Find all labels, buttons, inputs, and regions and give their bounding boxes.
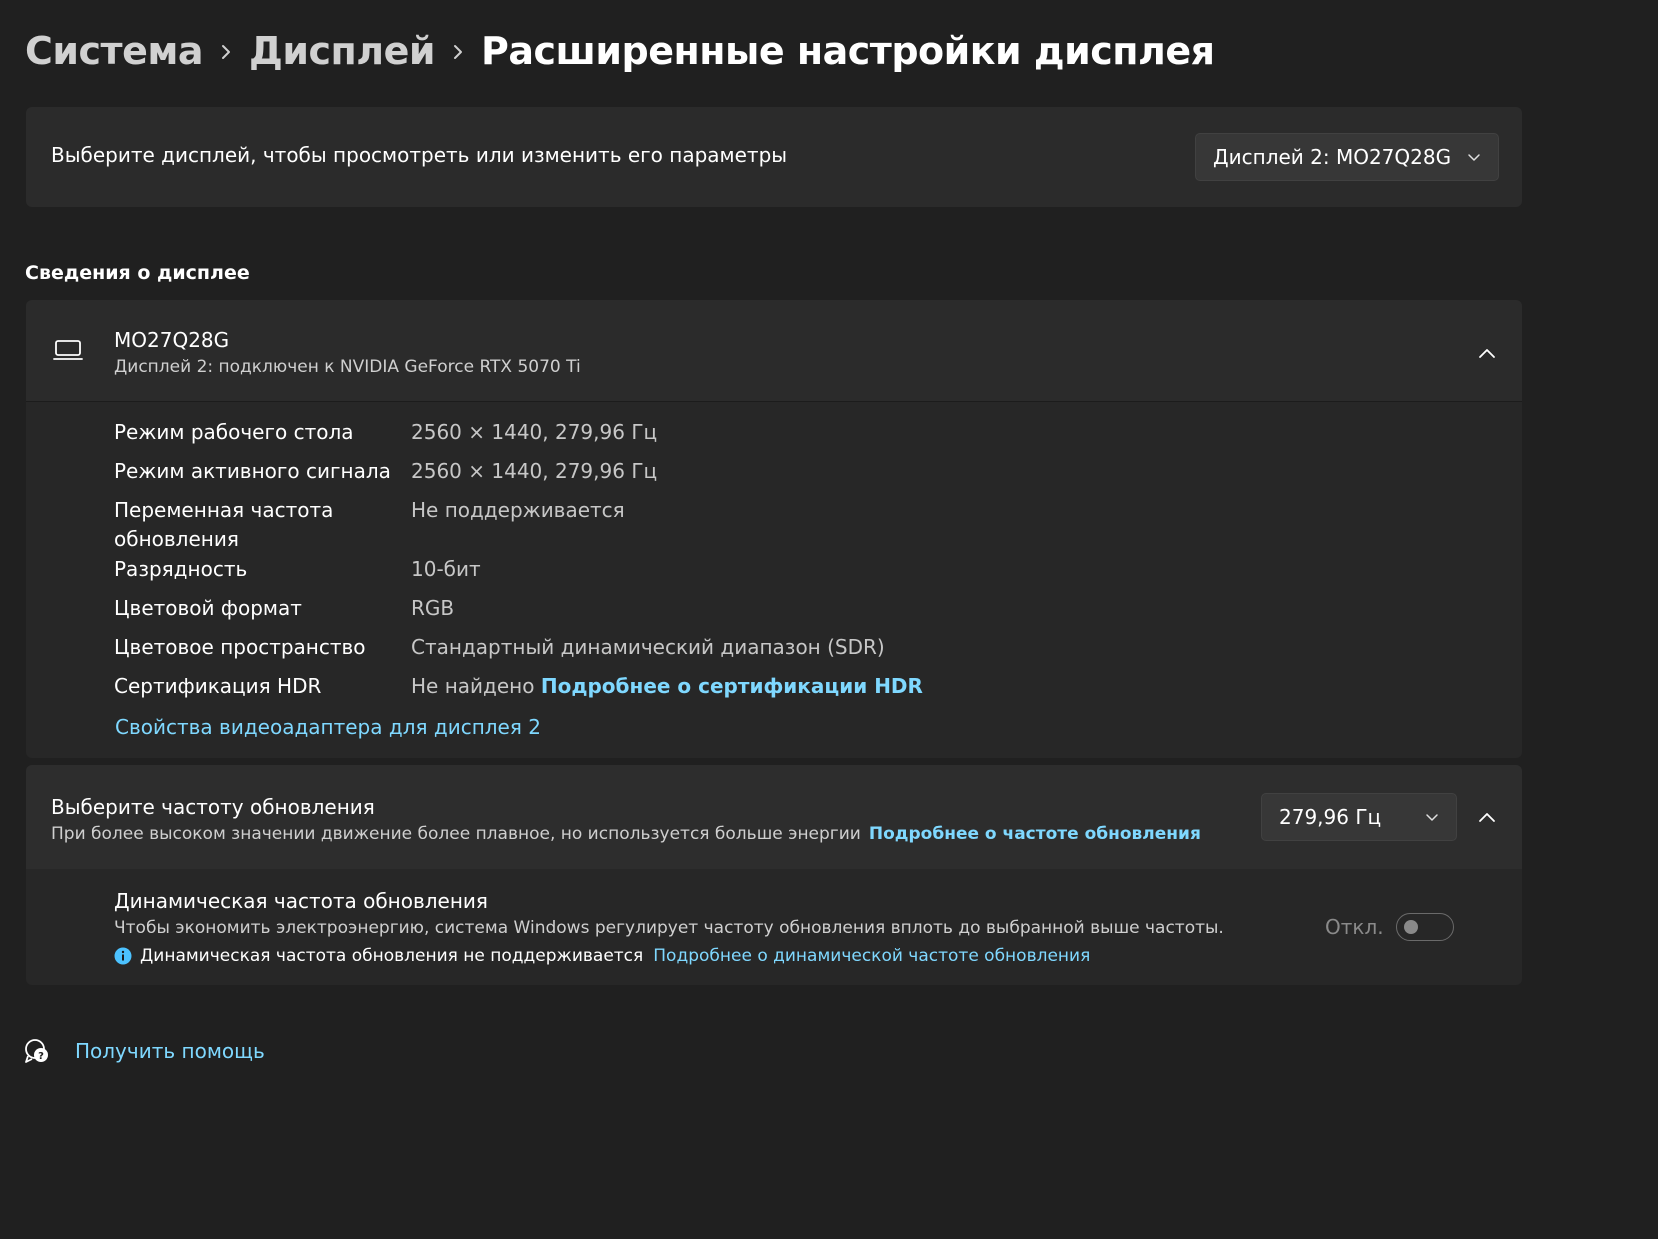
display-select-card: Выберите дисплей, чтобы просмотреть или …	[26, 107, 1522, 207]
display-info-card: MO27Q28G Дисплей 2: подключен к NVIDIA G…	[26, 300, 1522, 758]
spec-label: Режим активного сигнала	[114, 459, 391, 483]
spec-label: Режим рабочего стола	[114, 420, 354, 444]
adapter-properties-link[interactable]: Свойства видеоадаптера для дисплея 2	[115, 715, 541, 739]
dynamic-refresh-note: Динамическая частота обновления не подде…	[114, 946, 1090, 966]
refresh-rate-title: Выберите частоту обновления	[51, 795, 375, 819]
page-title: Расширенные настройки дисплея	[481, 29, 1215, 73]
svg-text:?: ?	[38, 1051, 44, 1062]
hdr-cert-value: Не найдено	[411, 674, 535, 698]
breadcrumb: Система Дисплей Расширенные настройки ди…	[25, 20, 1215, 82]
dynamic-refresh-title: Динамическая частота обновления	[114, 889, 488, 913]
display-select-label: Выберите дисплей, чтобы просмотреть или …	[51, 143, 788, 167]
section-title-display-info: Сведения о дисплее	[25, 262, 250, 284]
settings-page: Система Дисплей Расширенные настройки ди…	[0, 0, 1658, 1239]
refresh-rate-dropdown[interactable]: 279,96 Гц	[1261, 793, 1457, 841]
get-help-label: Получить помощь	[75, 1039, 265, 1063]
get-help-link[interactable]: ? Получить помощь	[22, 1035, 265, 1067]
info-icon	[114, 947, 132, 965]
dynamic-refresh-link[interactable]: Подробнее о динамической частоте обновле…	[653, 946, 1090, 966]
spec-label: Разрядность	[114, 557, 248, 581]
spec-value: 2560 × 1440, 279,96 Гц	[411, 420, 658, 444]
dynamic-refresh-note-text: Динамическая частота обновления не подде…	[140, 946, 644, 966]
chevron-down-icon	[1426, 814, 1438, 821]
spec-value: RGB	[411, 596, 455, 620]
spec-label-line1: Переменная частота	[114, 498, 334, 522]
display-name: MO27Q28G	[114, 328, 230, 352]
chevron-right-icon	[435, 36, 481, 66]
spec-value: 2560 × 1440, 279,96 Гц	[411, 459, 658, 483]
spec-value: Стандартный динамический диапазон (SDR)	[411, 635, 885, 659]
refresh-rate-link[interactable]: Подробнее о частоте обновления	[869, 824, 1201, 844]
refresh-rate-card: Выберите частоту обновления При более вы…	[26, 765, 1522, 985]
refresh-rate-description-text: При более высоком значении движение боле…	[51, 824, 861, 844]
chevron-up-icon[interactable]	[1472, 802, 1502, 832]
chevron-right-icon	[203, 36, 249, 66]
spec-value: Не поддерживается	[411, 498, 625, 522]
hdr-cert-link[interactable]: Подробнее о сертификации HDR	[541, 674, 923, 698]
help-chat-icon: ?	[25, 1039, 48, 1063]
spec-label: Цветовой формат	[114, 596, 302, 620]
refresh-rate-description: При более высоком значении движение боле…	[51, 824, 1201, 844]
spec-label: Сертификация HDR	[114, 674, 322, 698]
refresh-rate-value: 279,96 Гц	[1279, 805, 1382, 829]
chevron-down-icon	[1468, 154, 1480, 161]
breadcrumb-item-display[interactable]: Дисплей	[249, 29, 435, 73]
breadcrumb-item-system[interactable]: Система	[25, 29, 204, 73]
dynamic-refresh-description: Чтобы экономить электроэнергию, система …	[114, 918, 1224, 938]
laptop-icon	[53, 340, 83, 360]
toggle-knob	[1404, 920, 1418, 934]
spec-label: Цветовое пространство	[114, 635, 366, 659]
display-info-header[interactable]: MO27Q28G Дисплей 2: подключен к NVIDIA G…	[26, 300, 1522, 402]
refresh-rate-header: Выберите частоту обновления При более вы…	[26, 765, 1522, 869]
spec-value: Не найдено Подробнее о сертификации HDR	[411, 672, 923, 701]
chevron-up-icon[interactable]	[1472, 338, 1502, 368]
toggle-state-label: Откл.	[1325, 915, 1384, 939]
display-subtitle: Дисплей 2: подключен к NVIDIA GeForce RT…	[114, 357, 581, 377]
display-select-dropdown[interactable]: Дисплей 2: MO27Q28G	[1195, 133, 1499, 181]
spec-label: Переменная частота обновления	[114, 496, 333, 554]
spec-value: 10-бит	[411, 557, 481, 581]
dynamic-refresh-toggle[interactable]	[1396, 913, 1454, 941]
display-select-value: Дисплей 2: MO27Q28G	[1213, 145, 1452, 169]
spec-label-line2: обновления	[114, 527, 239, 551]
